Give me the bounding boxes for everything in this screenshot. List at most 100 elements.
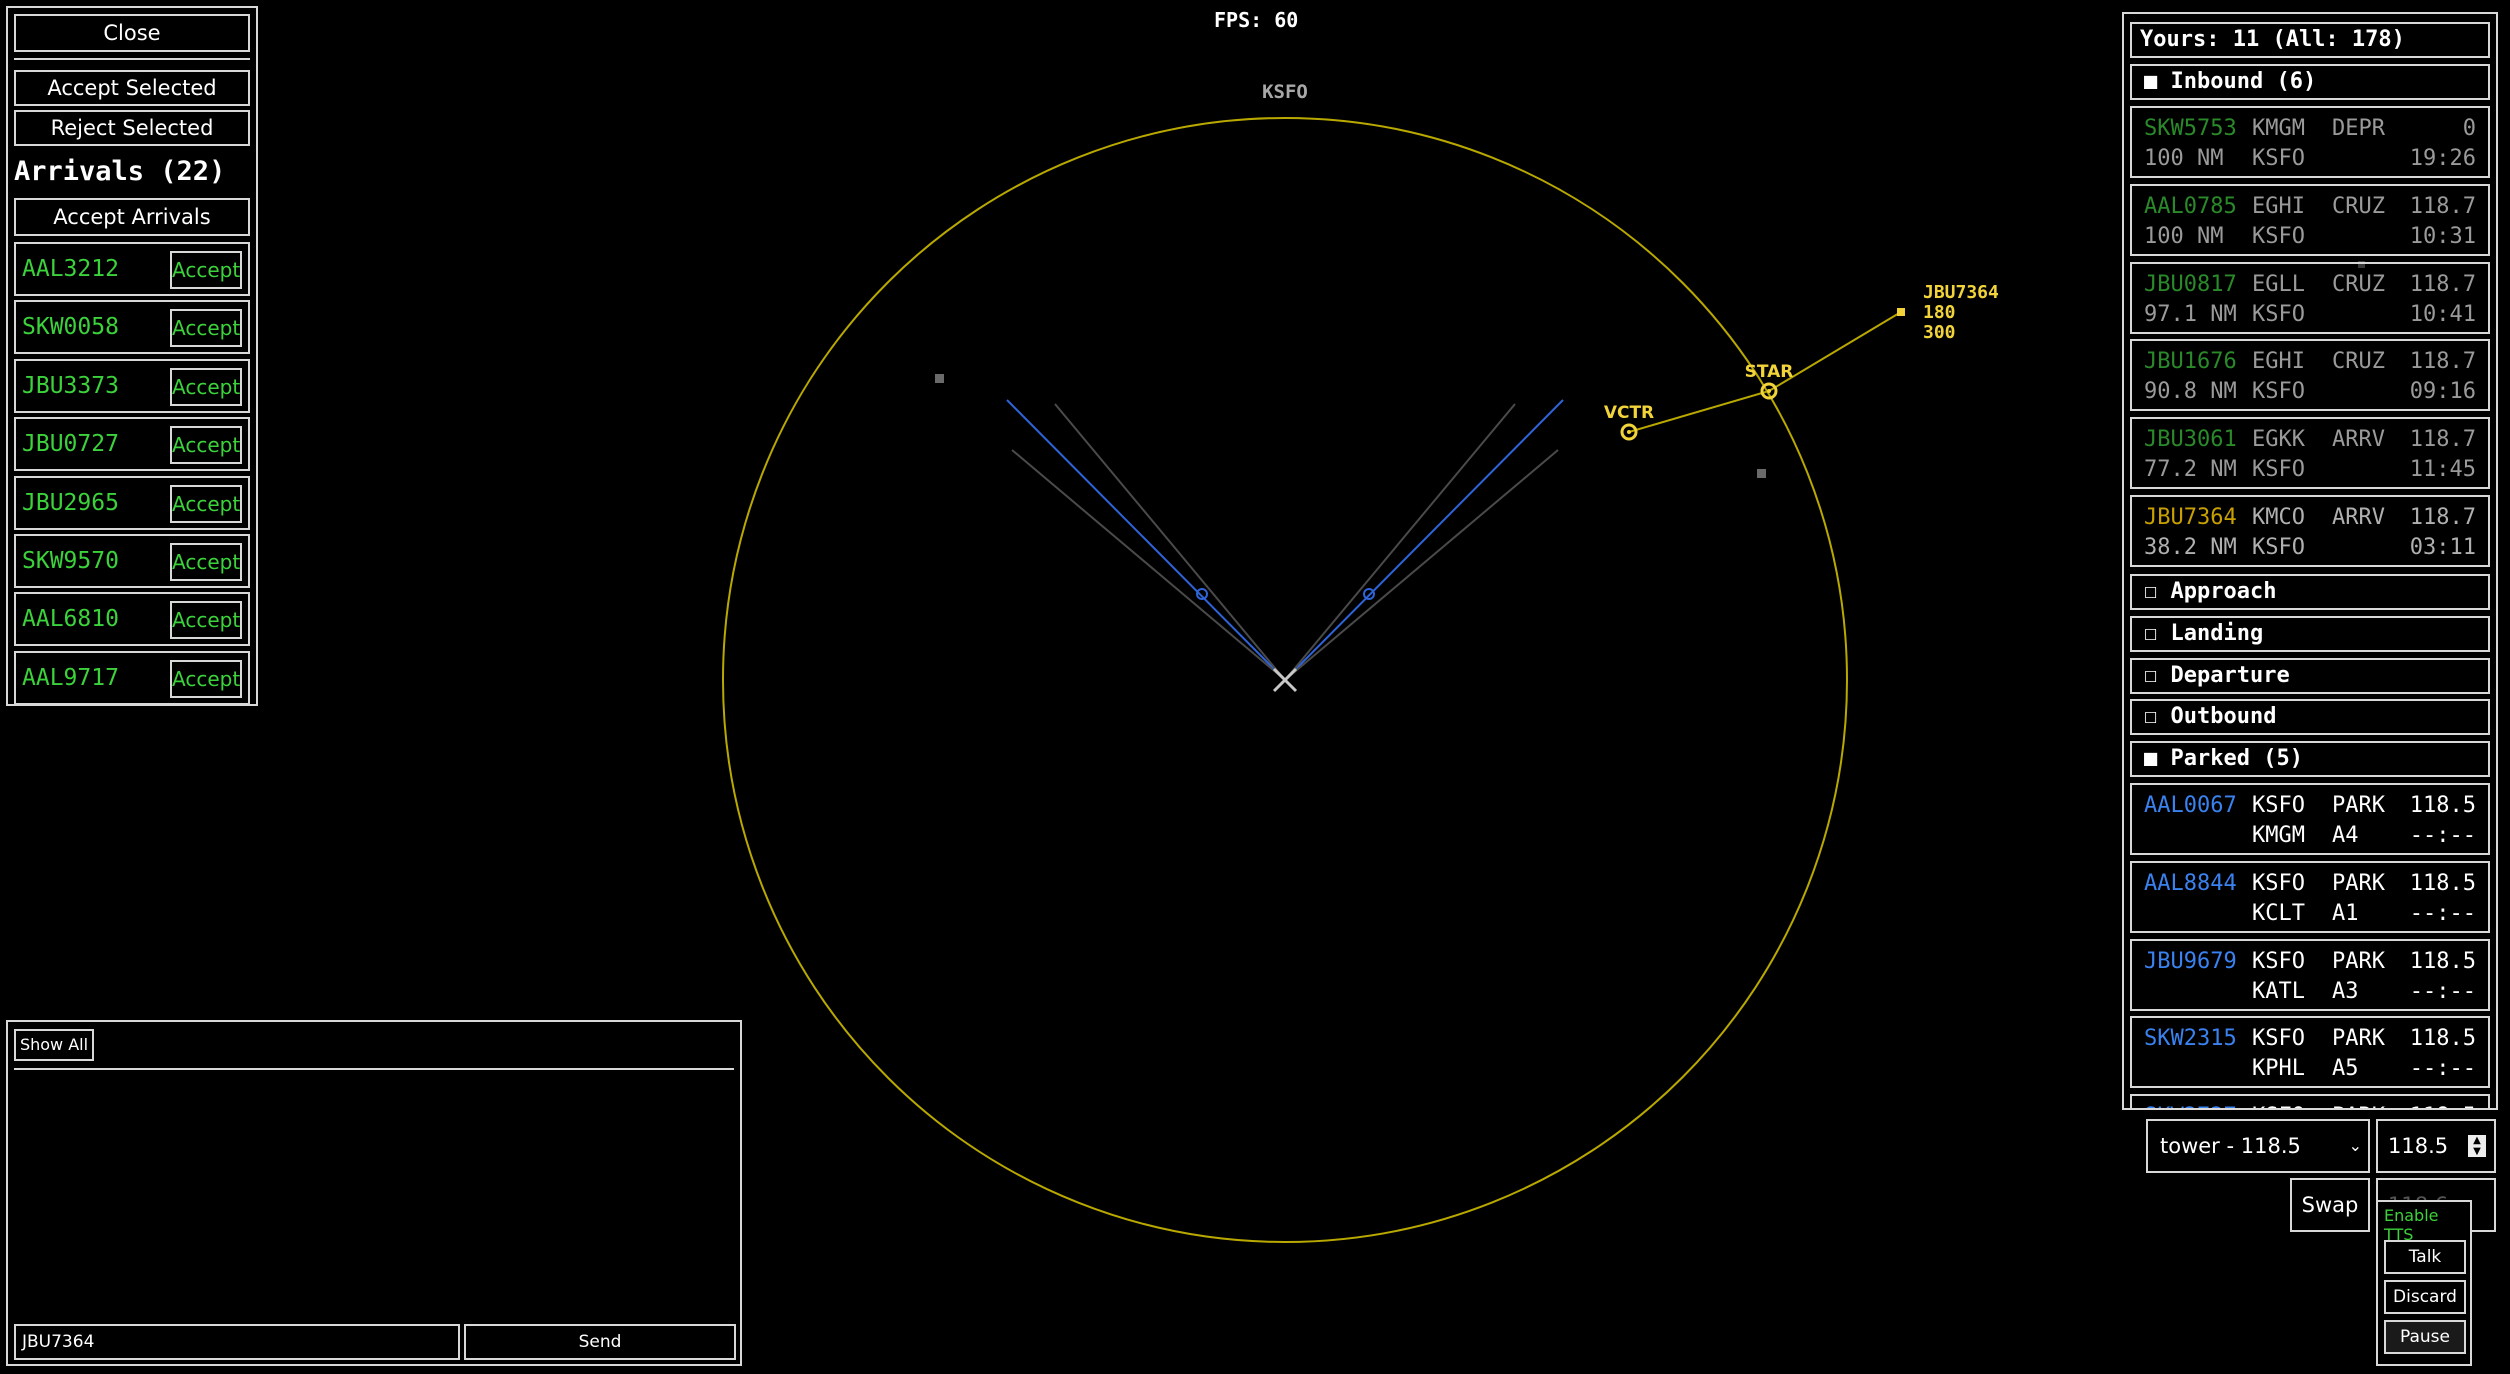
close-button[interactable]: Close [14, 14, 250, 52]
fix-vctr[interactable]: VCTR [1604, 403, 1654, 441]
other-traffic-marker[interactable] [1757, 469, 1766, 478]
reject-selected-button[interactable]: Reject Selected [14, 110, 250, 146]
flight-strip[interactable]: JBU0817 EGLL CRUZ 118.7 97.1 NM KSFO 10:41 [2130, 261, 2490, 334]
flight-strip[interactable]: JBU9679 KSFO PARK 118.5 KATL A3 --:-- [2130, 938, 2490, 1011]
approach-edge [1011, 449, 1286, 681]
strip-state: PARK [2332, 948, 2385, 974]
strip-time: --:-- [2409, 900, 2476, 926]
divider [14, 58, 250, 60]
fps-counter: FPS: 60 [1214, 8, 1299, 32]
active-frequency-value: 118.5 [2388, 1134, 2449, 1158]
section-departure[interactable]: ☐ Departure [2130, 658, 2490, 694]
section-outbound[interactable]: ☐ Outbound [2130, 699, 2490, 735]
arrival-row[interactable]: AAL6810 Accept [14, 592, 250, 647]
arrival-row[interactable]: SKW0058 Accept [14, 300, 250, 355]
strip-destination: KMGM [2252, 823, 2305, 848]
arrival-callsign: JBU3373 [22, 372, 119, 399]
strip-destination: KSFO [2252, 301, 2305, 327]
flight-strip[interactable]: AAL0785 EGHI CRUZ 118.7 100 NM KSFO 10:31 [2130, 183, 2490, 256]
strip-distance: 90.8 NM [2144, 379, 2237, 405]
section-approach[interactable]: ☐ Approach [2130, 574, 2490, 610]
flight-strip[interactable]: JBU1676 EGHI CRUZ 118.7 90.8 NM KSFO 09:16 [2130, 339, 2490, 412]
strip-frequency: 118.5 [2409, 793, 2476, 818]
flight-strip[interactable]: JBU3061 EGKK ARRV 118.7 77.2 NM KSFO 11:45 [2130, 417, 2490, 490]
flight-strip[interactable]: AAL8844 KSFO PARK 118.5 KCLT A1 --:-- [2130, 860, 2490, 933]
strip-gate: A3 [2332, 978, 2359, 1004]
strip-destination: KSFO [2252, 223, 2305, 249]
accept-arrival-button[interactable]: Accept [170, 251, 242, 289]
show-all-button[interactable]: Show All [14, 1029, 94, 1061]
aircraft-icon [1897, 308, 1905, 316]
arrival-row[interactable]: AAL9717 Accept [14, 650, 250, 705]
swap-button[interactable]: Swap [2290, 1178, 2370, 1232]
flight-strip[interactable]: AAL0067 KSFO PARK 118.5 KMGM A4 --:-- [2130, 783, 2490, 855]
datablock-altitude: 300 [1923, 322, 1956, 343]
divider [14, 1068, 734, 1070]
flight-strip[interactable]: SKW5753 KMGM DEPR 0 100 NM KSFO 19:26 [2130, 106, 2490, 178]
strips-header: Yours: 11 (All: 178) [2130, 22, 2490, 58]
flight-strip[interactable]: SKW2315 KSFO PARK 118.5 KPHL A5 --:-- [2130, 1016, 2490, 1089]
arrivals-panel: Close Accept Selected Reject Selected Ar… [6, 6, 258, 706]
accept-arrival-button[interactable]: Accept [170, 367, 242, 406]
flight-strip[interactable]: JBU7364 KMCO ARRV 118.7 38.2 NM KSFO 03:11 [2130, 495, 2490, 567]
enable-tts-toggle[interactable]: Enable TTS [2384, 1206, 2470, 1244]
section-landing[interactable]: ☐ Landing [2130, 616, 2490, 652]
other-traffic-marker[interactable] [935, 374, 944, 383]
accept-selected-button[interactable]: Accept Selected [14, 70, 250, 106]
strip-state: PARK [2332, 870, 2385, 896]
accept-arrival-button[interactable]: Accept [170, 659, 242, 698]
aircraft-target-jbu7364[interactable]: JBU7364 180 300 [1897, 282, 1999, 343]
fix-star[interactable]: STAR [1745, 362, 1794, 400]
arrival-row[interactable]: SKW9570 Accept [14, 534, 250, 588]
frequency-select[interactable]: tower - 118.5 ⌄ [2146, 1119, 2370, 1173]
strip-origin: KSFO [2252, 1104, 2305, 1108]
strip-distance: 38.2 NM [2144, 535, 2237, 560]
strip-state: CRUZ [2332, 193, 2385, 219]
active-frequency-input[interactable]: 118.5 ▲ ▼ [2376, 1119, 2496, 1173]
accept-arrival-button[interactable]: Accept [170, 426, 242, 465]
strip-state: CRUZ [2332, 271, 2385, 297]
arrival-callsign: AAL9717 [22, 664, 119, 691]
strip-callsign: JBU7364 [2144, 505, 2237, 530]
voice-controls-panel: Enable TTS Talk Discard Pause [2376, 1200, 2472, 1366]
strip-origin: EGHI [2252, 349, 2305, 375]
section-parked[interactable]: ■ Parked (5) [2130, 741, 2490, 777]
strip-destination: KSFO [2252, 535, 2305, 560]
pause-button[interactable]: Pause [2384, 1320, 2466, 1354]
airport-label: KSFO [1262, 81, 1308, 103]
discard-button[interactable]: Discard [2384, 1280, 2466, 1314]
strip-origin: KMGM [2252, 116, 2305, 141]
message-input[interactable]: JBU7364 [14, 1324, 460, 1360]
talk-button[interactable]: Talk [2384, 1240, 2466, 1274]
accept-arrival-button[interactable]: Accept [170, 309, 242, 348]
accept-arrivals-button[interactable]: Accept Arrivals [14, 198, 250, 236]
strip-gate: A5 [2332, 1056, 2359, 1082]
arrival-row[interactable]: AAL3212 Accept [14, 242, 250, 296]
strip-frequency: 118.5 [2409, 948, 2476, 974]
accept-arrival-button[interactable]: Accept [170, 543, 242, 581]
strip-callsign: SKW2315 [2144, 1026, 2237, 1052]
flight-strip[interactable]: SKW2727 KSFO PARK 118.5 [2130, 1094, 2490, 1108]
accept-arrival-button[interactable]: Accept [170, 484, 242, 523]
strip-callsign: SKW5753 [2144, 116, 2237, 141]
arrival-row[interactable]: JBU3373 Accept [14, 358, 250, 413]
arrival-row[interactable]: JBU2965 Accept [14, 475, 250, 530]
arrival-callsign: AAL3212 [22, 256, 119, 282]
strip-origin: KSFO [2252, 1026, 2305, 1052]
strip-destination: KCLT [2252, 900, 2305, 926]
approach-cones [1006, 399, 1564, 681]
stepper-icon[interactable]: ▲ ▼ [2468, 1135, 2486, 1157]
frequency-select-value: tower - 118.5 [2160, 1134, 2301, 1158]
approach-edge [1054, 403, 1286, 681]
strip-gate: A1 [2332, 900, 2359, 926]
fix-label: STAR [1745, 362, 1794, 382]
datablock-callsign: JBU7364 [1923, 282, 1999, 303]
strip-distance: 97.1 NM [2144, 301, 2237, 327]
section-inbound[interactable]: ■ Inbound (6) [2130, 64, 2490, 100]
airport-symbol [1272, 667, 1298, 693]
accept-arrival-button[interactable]: Accept [170, 601, 242, 640]
arrival-row[interactable]: JBU0727 Accept [14, 417, 250, 472]
send-button[interactable]: Send [464, 1324, 736, 1360]
strip-frequency: 118.7 [2409, 271, 2476, 297]
strip-state: PARK [2332, 793, 2385, 818]
